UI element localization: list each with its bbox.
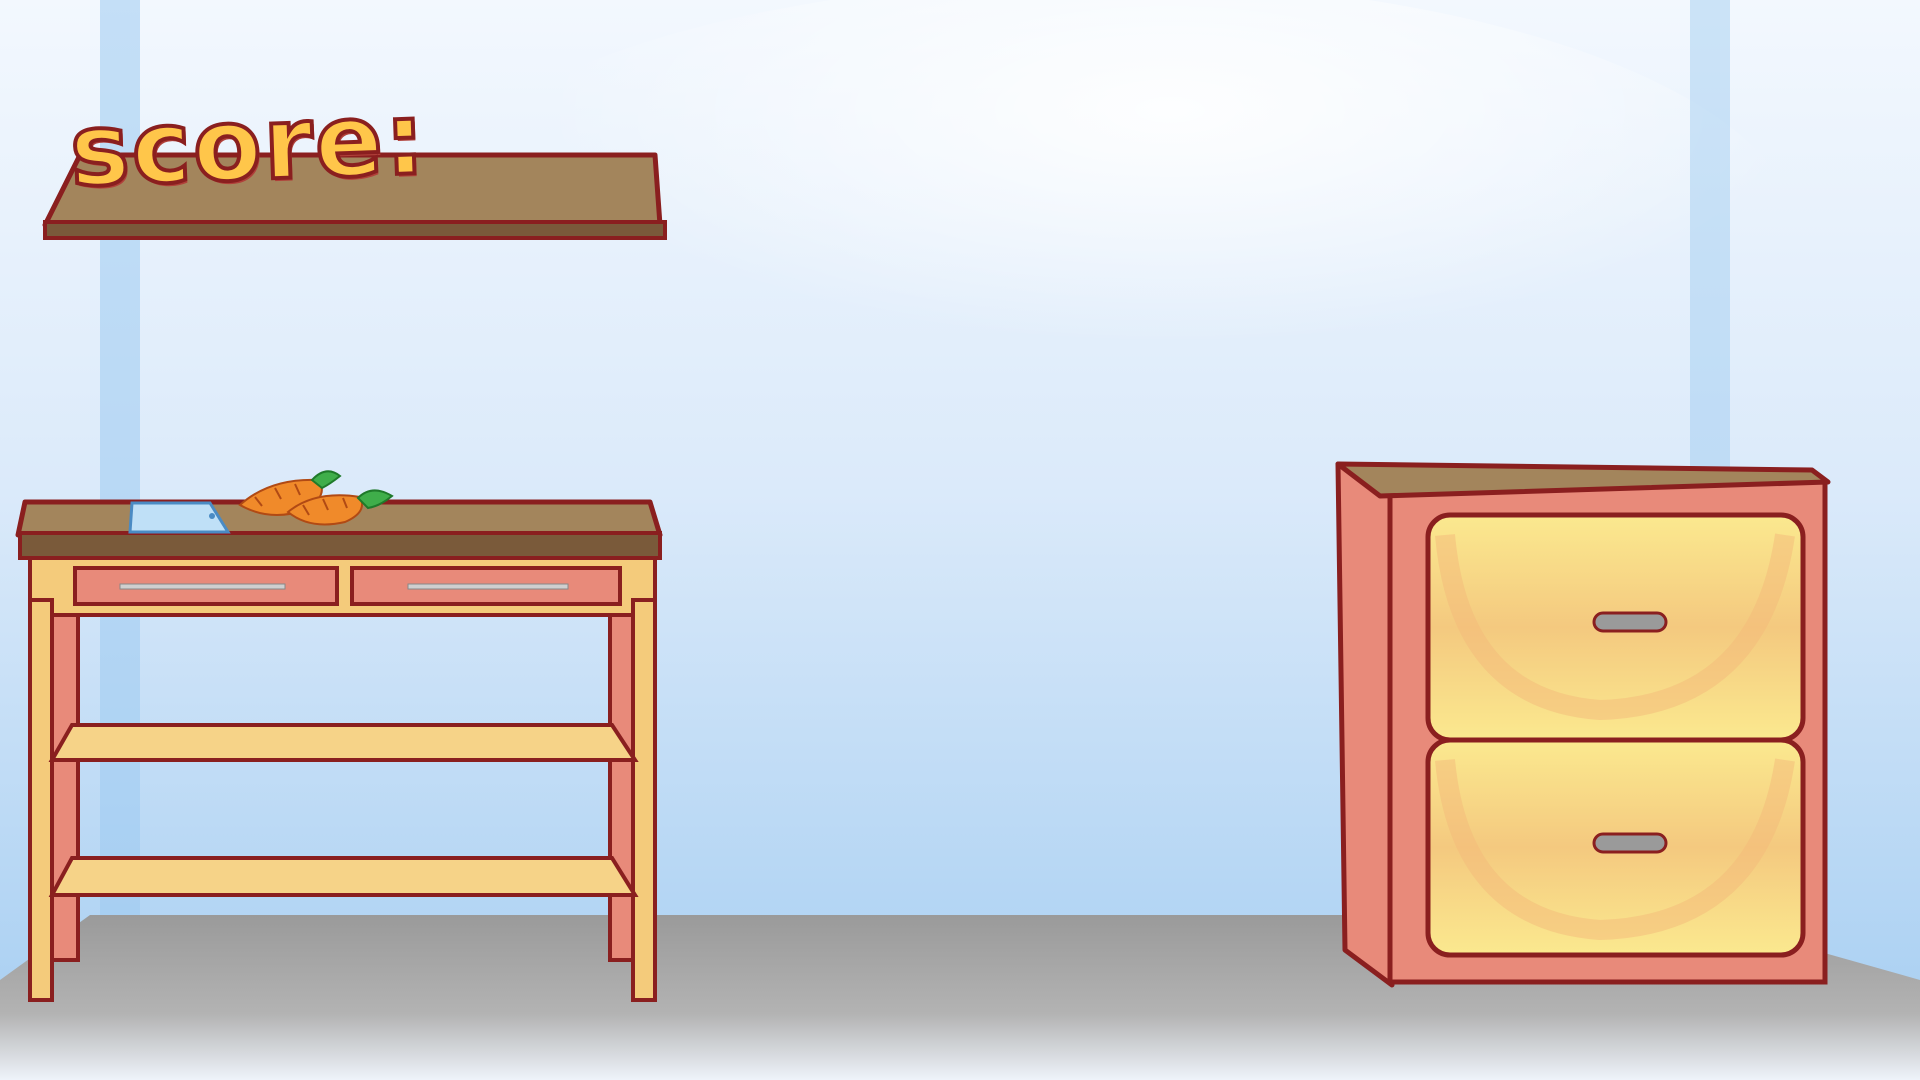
score-label: score:: [66, 78, 431, 211]
dresser-side: [1335, 461, 1395, 988]
table-shelf-lower: [48, 856, 639, 897]
drawer-handle-icon: [1592, 611, 1668, 633]
table-shelf-upper: [48, 723, 639, 762]
drawer-handle-icon: [1592, 832, 1668, 854]
wall-glow: [400, 0, 1800, 500]
dresser: [1335, 461, 1831, 988]
dresser-drawer-bottom[interactable]: [1425, 737, 1806, 958]
cutting-board-icon[interactable]: [128, 501, 231, 534]
dresser-drawer-top[interactable]: [1425, 512, 1806, 743]
